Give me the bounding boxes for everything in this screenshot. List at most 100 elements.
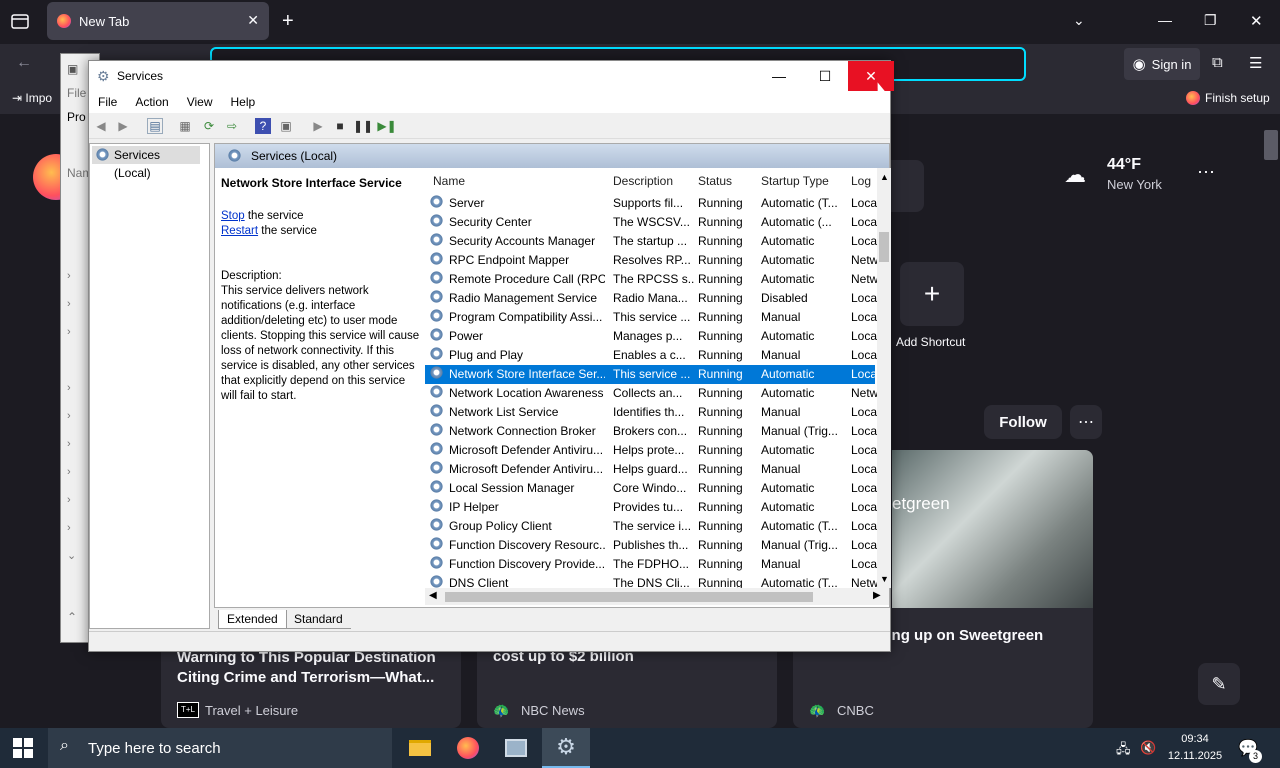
vertical-scrollbar[interactable]: ▲ ▼ [877, 168, 891, 588]
news-card-1[interactable]: Warning to This Popular Destination Citi… [161, 642, 461, 728]
computer-management-icon[interactable] [492, 728, 540, 768]
close-tab-icon[interactable]: ✕ [247, 12, 259, 29]
service-row[interactable]: Network List Service Identifies th... Runn… [425, 403, 877, 422]
tab-standard[interactable]: Standard [286, 610, 351, 629]
scrollbar-thumb[interactable] [1264, 130, 1278, 160]
horizontal-scrollbar[interactable]: ◀ ▶ [425, 588, 889, 605]
vertical-scroll-thumb[interactable] [879, 232, 889, 262]
tab-new-tab[interactable]: New Tab ✕ [47, 2, 269, 40]
menu-help[interactable]: Help [222, 95, 265, 109]
windows-start-icon[interactable] [13, 738, 33, 758]
close-window-icon[interactable]: ✕ [1250, 12, 1263, 30]
column-status[interactable]: Status [698, 168, 758, 194]
close-button[interactable]: ✕ [848, 61, 894, 91]
news-photo[interactable]: etgreen [892, 450, 1093, 608]
services-titlebar[interactable]: ⚙ Services — ☐ ✕ [89, 61, 894, 91]
service-gear-icon [429, 498, 444, 513]
extensions-icon[interactable]: ⧉ [1212, 54, 1223, 71]
back-icon[interactable]: ← [16, 54, 32, 72]
network-icon[interactable]: 🖧 [1116, 740, 1131, 762]
scroll-left-icon[interactable]: ◀ [429, 590, 437, 601]
minimize-button[interactable]: — [756, 61, 802, 91]
horizontal-scroll-thumb[interactable] [445, 592, 813, 602]
service-row[interactable]: Radio Management Service Radio Mana... Run… [425, 289, 877, 308]
pause-icon[interactable]: ❚❚ [353, 118, 373, 134]
scroll-right-icon[interactable]: ▶ [873, 590, 881, 601]
properties-icon[interactable]: ▦ [177, 118, 193, 134]
service-row[interactable]: Microsoft Defender Antiviru... Helps guar… [425, 460, 877, 479]
page-scrollbar[interactable] [1262, 114, 1280, 728]
weather-more-icon[interactable]: ⋯ [1197, 162, 1215, 183]
service-row[interactable]: Program Compatibility Assi... This servic… [425, 308, 877, 327]
tree-item-label: Services (Local) [114, 148, 161, 180]
service-row[interactable]: RPC Endpoint Mapper Resolves RP... Running… [425, 251, 878, 270]
import-bookmarks[interactable]: ⇥ Impo [12, 91, 52, 105]
restart-link[interactable]: Restart [221, 225, 258, 237]
service-row[interactable]: Group Policy Client The service i... Runni… [425, 517, 877, 536]
restart-icon[interactable]: ▶❚ [377, 118, 396, 134]
service-row[interactable]: Network Location Awareness Collects an...… [425, 384, 878, 403]
services-taskbar-icon[interactable]: ⚙ [542, 728, 590, 768]
clock-date[interactable]: 12.11.2025 [1166, 750, 1224, 762]
edit-icon[interactable]: ✎ [1198, 663, 1240, 705]
follow-button[interactable]: Follow [984, 405, 1062, 439]
stop-icon[interactable]: ■ [332, 118, 348, 134]
back-menu-pro[interactable]: Pro [67, 110, 86, 124]
help-icon[interactable]: ? [255, 118, 271, 134]
console-tree-icon[interactable]: ▤ [147, 118, 163, 134]
start-icon[interactable]: ▶ [310, 118, 326, 134]
tab-extended[interactable]: Extended [218, 610, 287, 629]
back-arrow-icon[interactable]: ◀ [93, 118, 109, 134]
service-row[interactable]: Security Accounts Manager The startup ...… [425, 232, 877, 251]
scroll-up-icon[interactable]: ▲ [880, 172, 889, 182]
service-row[interactable]: Microsoft Defender Antiviru... Helps prot… [425, 441, 877, 460]
chevron-down-icon[interactable]: ⌄ [1073, 12, 1085, 29]
menu-file[interactable]: File [89, 95, 126, 109]
back-expand-arrows[interactable]: › › › › › › › › › ⌄ [67, 262, 76, 570]
back-up-icon[interactable]: ⌃ [67, 610, 77, 624]
service-row[interactable]: Function Discovery Resourc... Publishes t… [425, 536, 877, 555]
service-row[interactable]: Plug and Play Enables a c... Running Manual… [425, 346, 877, 365]
service-row[interactable]: Security Center The WSCSV... Running Automa… [425, 213, 877, 232]
service-row[interactable]: Power Manages p... Running Automatic Loca [425, 327, 877, 346]
service-row[interactable]: Function Discovery Provide... The FDPHO..… [425, 555, 877, 574]
new-tab-icon[interactable]: + [282, 10, 294, 33]
firefox-taskbar-icon[interactable] [444, 728, 492, 768]
menu-icon[interactable]: ☰ [1249, 54, 1262, 72]
column-name[interactable]: Name [433, 168, 603, 194]
finish-setup-button[interactable]: Finish setup [1186, 91, 1270, 105]
tab-list-icon[interactable] [10, 12, 30, 30]
column-startup-type[interactable]: Startup Type [761, 168, 846, 194]
file-explorer-icon[interactable] [396, 728, 444, 768]
show-hide-icon[interactable]: ▣ [278, 118, 294, 134]
scroll-down-icon[interactable]: ▼ [880, 574, 889, 584]
volume-muted-icon[interactable]: 🔇 [1140, 740, 1156, 756]
column-description[interactable]: Description [613, 168, 693, 194]
restore-icon[interactable]: ❐ [1204, 12, 1217, 29]
menu-view[interactable]: View [178, 95, 222, 109]
add-shortcut-button[interactable]: + [900, 262, 964, 326]
stop-link[interactable]: Stop [221, 210, 245, 222]
sign-in-button[interactable]: ◉ Sign in [1124, 48, 1200, 80]
maximize-button[interactable]: ☐ [802, 61, 848, 91]
news-card-2[interactable]: cost up to $2 billion 🦚 NBC News [477, 642, 777, 728]
taskbar-search-input[interactable]: ⌕ Type here to search [48, 728, 392, 768]
menu-action[interactable]: Action [126, 95, 177, 109]
service-row[interactable]: DNS Client The DNS Cli... Running Automatic… [425, 574, 878, 588]
stop-link-text: the service [244, 210, 304, 222]
export-icon[interactable]: ⇨ [224, 118, 240, 134]
tree-item-services-local[interactable]: Services (Local) [92, 146, 200, 180]
refresh-icon[interactable]: ⟳ [201, 118, 217, 134]
service-row[interactable]: IP Helper Provides tu... Running Automatic L… [425, 498, 877, 517]
more-icon[interactable]: ⋯ [1070, 405, 1102, 439]
forward-arrow-icon[interactable]: ▶ [115, 118, 131, 134]
service-row[interactable]: Network Store Interface Ser... This servi… [425, 365, 877, 384]
service-row[interactable]: Server Supports fil... Running Automatic (T… [425, 194, 877, 213]
back-menu-file[interactable]: File [67, 86, 86, 100]
service-row[interactable]: Remote Procedure Call (RPC) The RPCSS s..… [425, 270, 878, 289]
service-description: Collects an... [613, 386, 683, 400]
clock-time[interactable]: 09:34 [1166, 733, 1224, 745]
service-row[interactable]: Local Session Manager Core Windo... Runnin… [425, 479, 877, 498]
minimize-icon[interactable]: — [1158, 12, 1172, 28]
service-row[interactable]: Network Connection Broker Brokers con... R… [425, 422, 877, 441]
